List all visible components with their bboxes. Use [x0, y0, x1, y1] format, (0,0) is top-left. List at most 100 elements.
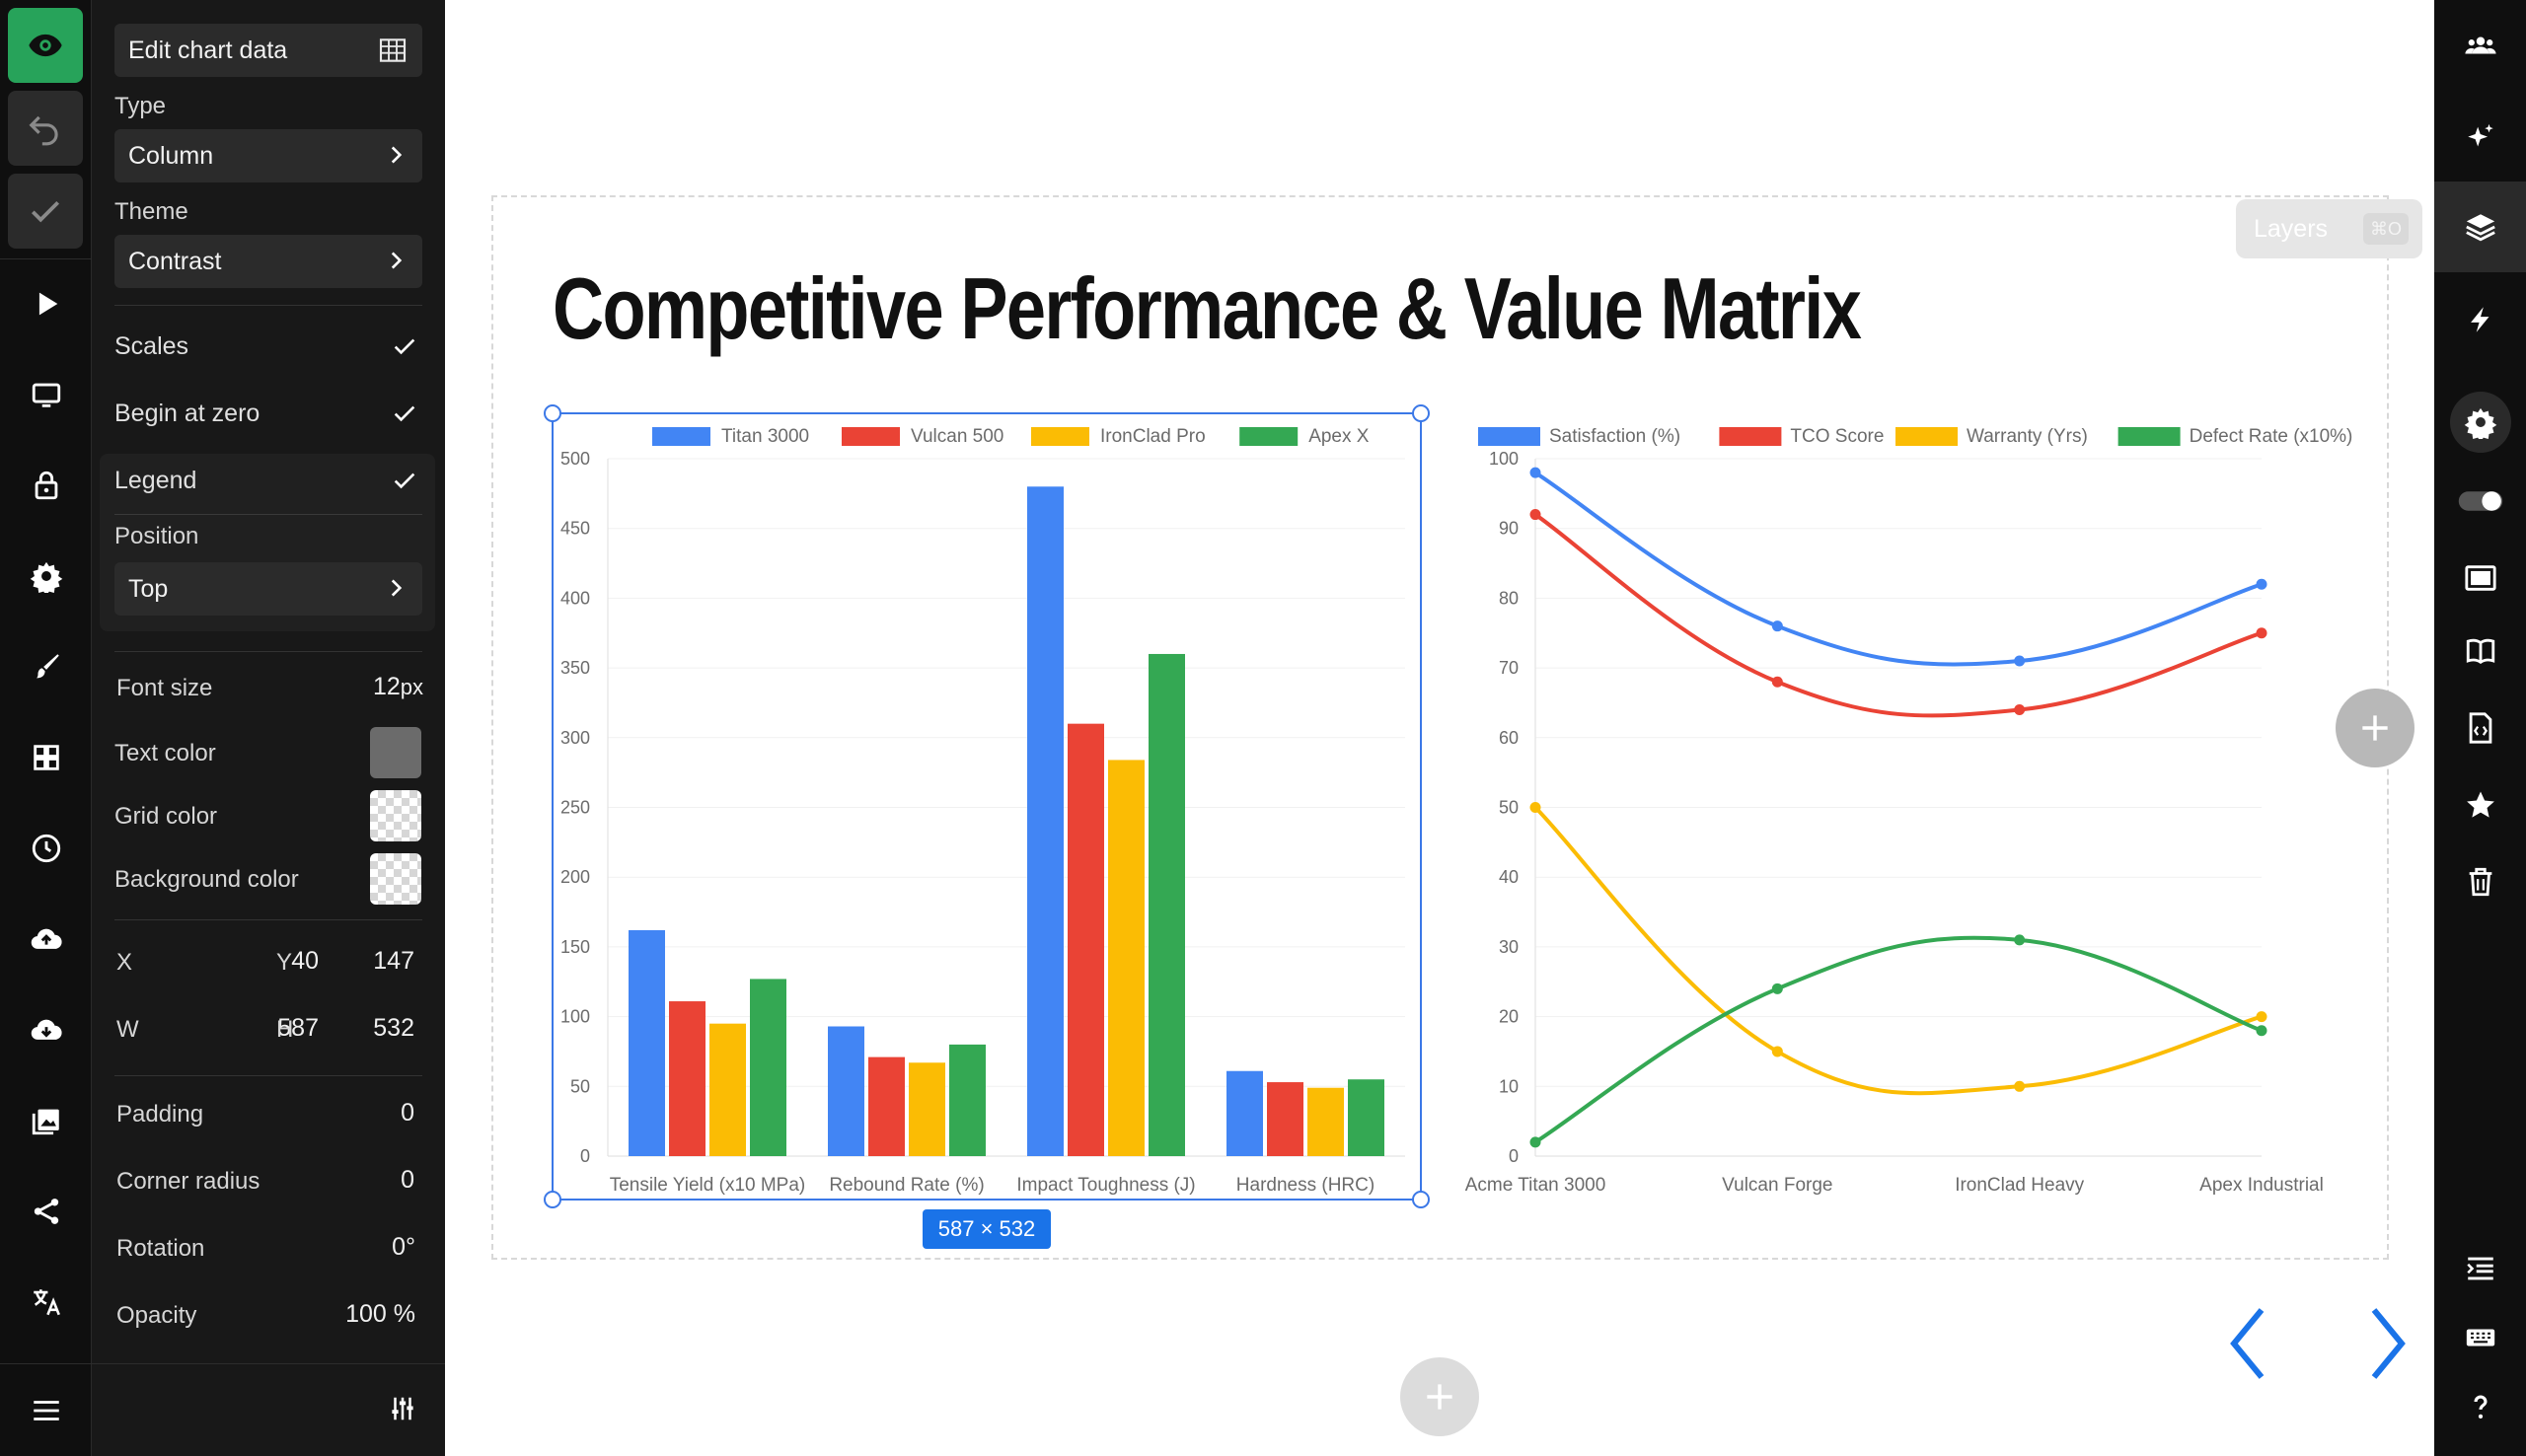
line-chart-y-tick-label: 100 [1489, 449, 1519, 469]
legend-swatch [1895, 427, 1958, 446]
star-icon [2466, 791, 2494, 818]
keyboard-icon [2466, 1329, 2494, 1347]
legend-label: Titan 3000 [721, 426, 809, 447]
series-line [1533, 935, 2263, 1144]
bar-chart-y-tick-label: 100 [560, 1007, 590, 1027]
trash-icon [2469, 867, 2491, 897]
ai-button[interactable] [2434, 109, 2526, 168]
toggle-icon [2458, 491, 2502, 511]
series-line [1533, 806, 2263, 1096]
book-icon [2466, 638, 2494, 665]
previous-slide-button[interactable] [2228, 1304, 2267, 1383]
data-point [1529, 467, 1541, 478]
legend-label: IronClad Pro [1100, 426, 1206, 447]
resize-handle [1412, 404, 1430, 422]
bar [1108, 760, 1145, 1156]
legend-label: Satisfaction (%) [1549, 426, 1680, 447]
line-chart-y-tick-label: 90 [1499, 519, 1519, 539]
line-chart-x-tick-label: Apex Industrial [2199, 1175, 2324, 1196]
line-chart-y-tick-label: 80 [1499, 588, 1519, 608]
toggle-button[interactable] [2434, 472, 2526, 531]
bar [909, 1062, 945, 1156]
legend-swatch [842, 427, 900, 446]
data-point [2014, 704, 2026, 716]
data-point [1771, 620, 1783, 632]
help-button[interactable] [2434, 1377, 2526, 1436]
data-point [2014, 934, 2026, 946]
keyboard-shortcuts-button[interactable] [2434, 1308, 2526, 1367]
data-point [1529, 802, 1541, 813]
legend-swatch [1031, 427, 1089, 446]
legend-label: TCO Score [1790, 426, 1884, 447]
legend-label: Vulcan 500 [911, 426, 1003, 447]
data-point [1529, 509, 1541, 521]
data-point [2014, 655, 2026, 667]
resize-handle [544, 404, 561, 422]
collaborators-button[interactable] [2434, 16, 2526, 75]
data-point [2256, 1011, 2267, 1023]
legend-label: Defect Rate (x10%) [2190, 426, 2353, 447]
line-chart-y-tick-label: 50 [1499, 798, 1519, 818]
favorite-button[interactable] [2434, 775, 2526, 835]
outline-button[interactable] [2434, 1239, 2526, 1298]
export-code-button[interactable] [2434, 698, 2526, 758]
line-chart-y-tick-label: 60 [1499, 728, 1519, 748]
data-point [2256, 1025, 2267, 1037]
legend-swatch [1239, 427, 1299, 446]
delete-button[interactable] [2434, 852, 2526, 911]
bar-chart-y-tick-label: 300 [560, 728, 590, 748]
resize-handle [1412, 1191, 1430, 1208]
line-chart-y-tick-label: 70 [1499, 658, 1519, 678]
line-chart[interactable]: 0 10 20 30 40 50 60 70 80 90 100 Acme Titan 3000 Vul… [1465, 426, 2353, 1196]
layers-icon [2465, 214, 2495, 242]
data-point [1771, 1046, 1783, 1057]
code-file-icon [2469, 712, 2491, 744]
slideshow-icon [2464, 565, 2496, 591]
bar-chart-x-tick-label: Hardness (HRC) [1236, 1175, 1374, 1196]
notes-button[interactable] [2434, 621, 2526, 681]
bar [1226, 1070, 1263, 1156]
legend-swatch [2117, 427, 2181, 446]
bar [629, 929, 665, 1156]
layers-panel-button[interactable] [2434, 197, 2526, 256]
line-chart-y-tick-label: 40 [1499, 867, 1519, 887]
series-line [1533, 471, 2263, 667]
bar-chart-x-tick-label: Rebound Rate (%) [829, 1175, 984, 1196]
help-icon [2473, 1395, 2488, 1420]
bar [949, 1044, 986, 1156]
resize-handle [544, 1191, 561, 1208]
add-slide-button[interactable] [1400, 1357, 1479, 1436]
data-point [1771, 676, 1783, 688]
right-toolbar [2434, 0, 2526, 1456]
legend-label: Apex X [1308, 426, 1370, 447]
add-element-button[interactable] [2336, 689, 2415, 767]
bar-chart-y-tick-label: 0 [580, 1146, 590, 1166]
line-chart-y-tick-label: 10 [1499, 1076, 1519, 1096]
bar [750, 979, 786, 1156]
bar-chart-y-tick-label: 500 [560, 449, 590, 469]
charts-layer: 050100150200250300350400450500Tensile Yi… [544, 404, 2353, 1208]
line-chart-y-tick-label: 20 [1499, 1007, 1519, 1027]
animate-button[interactable] [2434, 290, 2526, 349]
bar [1149, 653, 1185, 1156]
bar-chart-x-tick-label: Tensile Yield (x10 MPa) [610, 1175, 806, 1196]
next-slide-button[interactable] [2368, 1304, 2408, 1383]
size-badge: 587 × 532 [923, 1209, 1051, 1249]
slide-settings-button[interactable] [2434, 393, 2526, 452]
bar-chart-y-tick-label: 250 [560, 798, 590, 818]
bar-chart[interactable]: 0 50 100 150 200 250 300 350 400 450 500 Tensile Yi… [560, 426, 1405, 1196]
data-point [2256, 627, 2267, 639]
plus-icon [2362, 715, 2388, 741]
bolt-icon [2470, 307, 2489, 332]
data-point [2256, 578, 2267, 590]
gear-icon [2464, 407, 2496, 439]
line-chart-y-tick-label: 0 [1509, 1146, 1519, 1166]
data-point [2014, 1080, 2026, 1092]
bar [1267, 1082, 1303, 1156]
slideshow-button[interactable] [2434, 548, 2526, 608]
legend-swatch [1478, 427, 1540, 446]
data-point [1771, 983, 1783, 994]
bar [709, 1023, 746, 1156]
line-chart-x-tick-label: Acme Titan 3000 [1465, 1175, 1606, 1196]
line-chart-y-tick-label: 30 [1499, 937, 1519, 957]
